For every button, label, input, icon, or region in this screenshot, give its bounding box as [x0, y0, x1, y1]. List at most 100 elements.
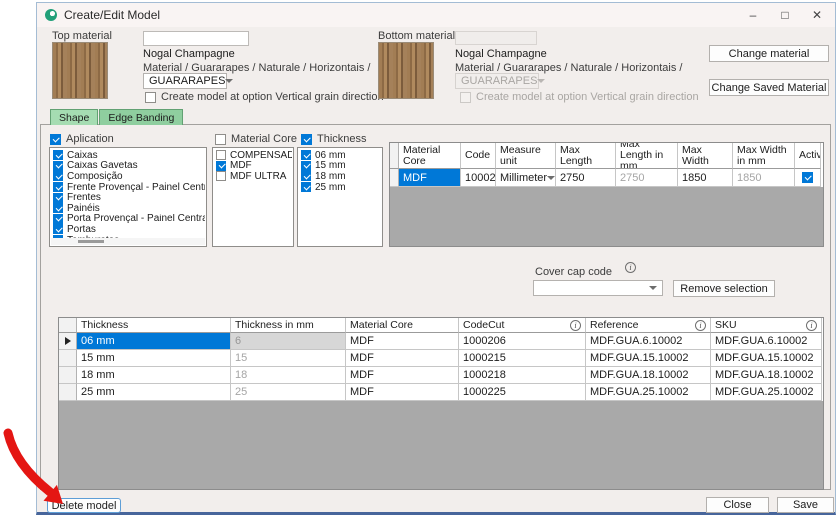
cell-thickness[interactable]: 18 mm [77, 367, 231, 384]
checkbox-icon[interactable] [216, 161, 226, 171]
close-button[interactable]: Close [706, 497, 769, 513]
cell-sku[interactable]: MDF.GUA.6.10002 [711, 333, 822, 350]
checkbox-icon[interactable] [301, 134, 312, 145]
column-header[interactable]: Measure unit [496, 143, 556, 169]
checkbox-icon[interactable] [301, 171, 311, 181]
cell-max-length[interactable]: 2750 [556, 169, 616, 187]
column-header[interactable]: Reference [586, 318, 711, 333]
column-header[interactable]: Max Width [678, 143, 733, 169]
column-header[interactable]: Thickness in mm [231, 318, 346, 333]
cell-material-core[interactable]: MDF [399, 169, 461, 187]
cell-sku[interactable]: MDF.GUA.18.10002 [711, 367, 822, 384]
table-row[interactable]: 06 mm 6 MDF 1000206 MDF.GUA.6.10002 MDF.… [59, 333, 823, 350]
cell-codecut[interactable]: 1000206 [459, 333, 586, 350]
list-item: 18 mm [299, 171, 381, 182]
titlebar[interactable]: Create/Edit Model – □ ✕ [37, 3, 835, 27]
save-button[interactable]: Save [777, 497, 834, 513]
thickness-listbox[interactable]: 06 mm 15 mm 18 mm 25 mm [297, 147, 383, 247]
remove-selection-button[interactable]: Remove selection [673, 280, 775, 297]
column-header[interactable]: Max Length [556, 143, 616, 169]
maximize-icon[interactable]: □ [769, 3, 801, 27]
row-header[interactable] [59, 350, 77, 367]
cell-sku[interactable]: MDF.GUA.25.10002 [711, 384, 822, 401]
column-header[interactable]: CodeCut [459, 318, 586, 333]
column-header[interactable]: SKU [711, 318, 822, 333]
checkbox-icon[interactable] [301, 182, 311, 192]
checkbox-icon[interactable] [53, 193, 63, 203]
cell-codecut[interactable]: 1000215 [459, 350, 586, 367]
column-header[interactable]: Max Width in mm [733, 143, 795, 169]
cell-thickness[interactable]: 25 mm [77, 384, 231, 401]
cell-material-core[interactable]: MDF [346, 367, 459, 384]
list-item: COMPENSADO [214, 150, 292, 161]
cell-material-core[interactable]: MDF [346, 350, 459, 367]
close-icon[interactable]: ✕ [801, 3, 833, 27]
checkbox-icon[interactable] [216, 150, 226, 160]
cell-codecut[interactable]: 1000225 [459, 384, 586, 401]
current-row-marker-icon [65, 337, 71, 345]
checkbox-icon[interactable] [53, 161, 63, 171]
checkbox-icon[interactable] [301, 161, 311, 171]
cell-sku[interactable]: MDF.GUA.15.10002 [711, 350, 822, 367]
cell-reference[interactable]: MDF.GUA.6.10002 [586, 333, 711, 350]
table-row[interactable]: 15 mm 15 MDF 1000215 MDF.GUA.15.10002 MD… [59, 350, 823, 367]
material-grid-row[interactable]: MDF 10002 Millimeter 2750 2750 1850 1850 [390, 169, 823, 187]
cell-measure-unit[interactable]: Millimeter [496, 169, 556, 187]
cell-thickness[interactable]: 15 mm [77, 350, 231, 367]
row-header[interactable] [59, 384, 77, 401]
cell-reference[interactable]: MDF.GUA.25.10002 [586, 384, 711, 401]
column-header[interactable]: Code [461, 143, 496, 169]
material-core-listbox[interactable]: COMPENSADO MDF MDF ULTRA [212, 147, 294, 247]
column-header[interactable]: Material Core [346, 318, 459, 333]
column-header[interactable]: Max Length in mm [616, 143, 678, 169]
cell-thickness-mm: 25 [231, 384, 346, 401]
table-row[interactable]: 18 mm 18 MDF 1000218 MDF.GUA.18.10002 MD… [59, 367, 823, 384]
cell-reference[interactable]: MDF.GUA.15.10002 [586, 350, 711, 367]
cover-cap-code-dropdown[interactable] [533, 280, 663, 296]
cell-material-core[interactable]: MDF [346, 384, 459, 401]
column-header[interactable]: Thickness [77, 318, 231, 333]
cell-code[interactable]: 10002 [461, 169, 496, 187]
application-listbox[interactable]: Caixas Caixas Gavetas Composição Frente … [49, 147, 207, 247]
change-saved-material-button[interactable]: Change Saved Material [709, 79, 829, 96]
application-header-checkbox[interactable]: Aplication [50, 133, 114, 145]
checkbox-icon[interactable] [145, 92, 156, 103]
info-icon [806, 320, 817, 331]
cell-active[interactable] [795, 169, 821, 187]
checkbox-icon[interactable] [53, 214, 63, 224]
scrollbar-thumb[interactable] [78, 240, 104, 243]
checkbox-icon[interactable] [53, 203, 63, 213]
minimize-icon[interactable]: – [737, 3, 769, 27]
change-material-button[interactable]: Change material [709, 45, 829, 62]
top-material-code-input[interactable] [143, 31, 249, 46]
tab-shape[interactable]: Shape [50, 109, 98, 125]
row-header[interactable] [390, 169, 399, 187]
row-header[interactable] [59, 367, 77, 384]
checkbox-icon[interactable] [53, 171, 63, 181]
top-collection-dropdown[interactable]: GUARARAPES [143, 73, 227, 89]
cell-max-width[interactable]: 1850 [678, 169, 733, 187]
thickness-header-checkbox[interactable]: Thickness [301, 133, 367, 145]
checkbox-icon[interactable] [802, 172, 813, 183]
checkbox-icon[interactable] [301, 150, 311, 160]
tab-edge-banding[interactable]: Edge Banding [99, 109, 183, 125]
delete-model-button[interactable]: Delete model [47, 498, 121, 513]
checkbox-icon[interactable] [50, 134, 61, 145]
top-vertical-grain-checkbox[interactable]: Create model at option Vertical grain di… [145, 91, 384, 103]
checkbox-icon[interactable] [215, 134, 226, 145]
table-row[interactable]: 25 mm 25 MDF 1000225 MDF.GUA.25.10002 MD… [59, 384, 823, 401]
checkbox-icon[interactable] [53, 182, 63, 192]
checkbox-icon[interactable] [53, 150, 63, 160]
checkbox-icon[interactable] [216, 171, 226, 181]
checkbox-icon[interactable] [53, 224, 63, 234]
cell-thickness[interactable]: 06 mm [77, 333, 231, 350]
cell-reference[interactable]: MDF.GUA.18.10002 [586, 367, 711, 384]
column-header[interactable]: Material Core [399, 143, 461, 169]
cell-material-core[interactable]: MDF [346, 333, 459, 350]
column-header[interactable]: Active [795, 143, 821, 169]
row-header[interactable] [59, 333, 77, 350]
material-core-header-checkbox[interactable]: Material Core [215, 133, 297, 145]
chevron-down-icon[interactable] [547, 176, 555, 180]
horizontal-scrollbar[interactable] [51, 238, 205, 245]
cell-codecut[interactable]: 1000218 [459, 367, 586, 384]
